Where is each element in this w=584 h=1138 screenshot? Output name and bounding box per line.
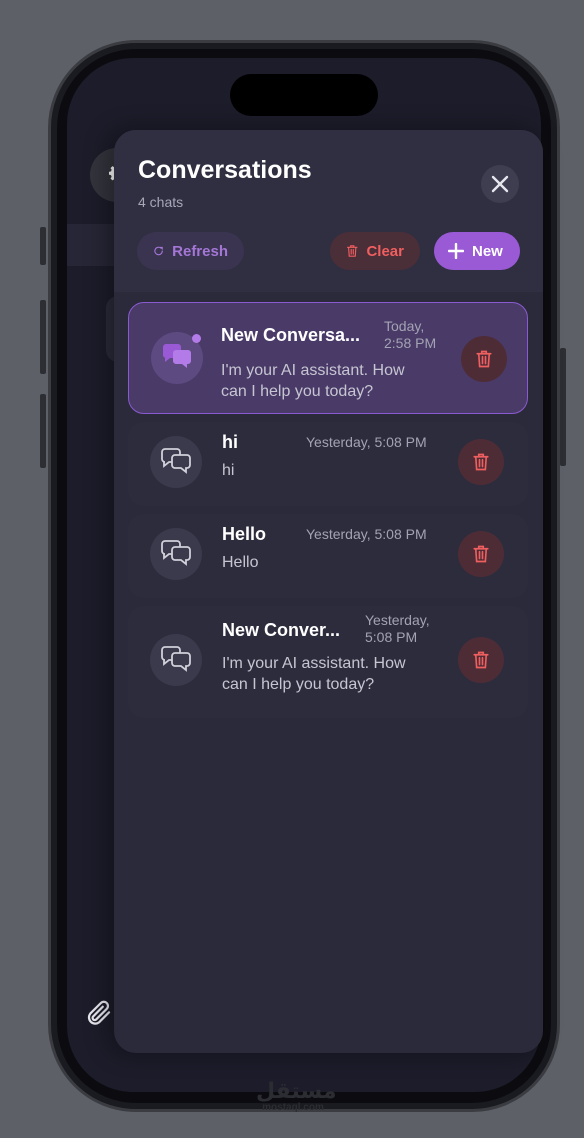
conversation-title: Hello: [222, 524, 267, 544]
trash-icon: [476, 350, 492, 368]
close-icon: [491, 175, 509, 193]
mute-switch: [40, 227, 46, 265]
conversation-avatar: [150, 528, 202, 580]
power-button: [560, 348, 566, 466]
clear-button[interactable]: Clear: [330, 232, 420, 270]
new-chat-button[interactable]: New: [434, 232, 520, 270]
conversation-title: New Conversa...: [221, 325, 361, 345]
delete-conversation-button[interactable]: [458, 439, 504, 485]
volume-up-button: [40, 300, 46, 374]
trash-icon: [346, 245, 358, 257]
watermark-logo: مستقل mostaql.com: [256, 1078, 337, 1114]
conversation-title: New Conver...: [222, 620, 341, 640]
trash-icon: [473, 651, 489, 669]
conversation-item-active[interactable]: New Conversa... Today, 2:58 PM I'm your …: [128, 302, 528, 414]
drawer-title: Conversations: [138, 156, 312, 184]
conversation-item[interactable]: New Conver... Yesterday, 5:08 PM I'm you…: [128, 606, 528, 718]
chat-bubbles-icon: [161, 540, 191, 566]
delete-conversation-button[interactable]: [458, 531, 504, 577]
chat-bubbles-icon: [161, 646, 191, 672]
clear-label: Clear: [366, 242, 404, 260]
conversation-item[interactable]: hi Yesterday, 5:08 PM hi: [128, 422, 528, 506]
unread-dot: [192, 334, 201, 343]
drawer-header: Conversations 4 chats Refresh Clear New: [114, 130, 543, 292]
conversation-time: Yesterday, 5:08 PM: [365, 612, 430, 645]
conversation-time: Yesterday, 5:08 PM: [306, 434, 427, 450]
refresh-button[interactable]: Refresh: [137, 232, 244, 270]
conversation-time: Today, 2:58 PM: [384, 318, 437, 351]
dynamic-island: [230, 74, 378, 116]
trash-icon: [473, 453, 489, 471]
watermark-arabic: مستقل: [256, 1078, 337, 1103]
conversation-time: Yesterday, 5:08 PM: [306, 526, 427, 542]
delete-conversation-button[interactable]: [461, 336, 507, 382]
conversation-preview: hi: [222, 462, 235, 479]
conversation-title: hi: [222, 432, 238, 452]
volume-down-button: [40, 394, 46, 468]
delete-conversation-button[interactable]: [458, 637, 504, 683]
close-button[interactable]: [481, 165, 519, 203]
conversations-drawer: Conversations 4 chats Refresh Clear New: [114, 130, 543, 1053]
paperclip-icon: [87, 1000, 111, 1025]
conversation-list: New Conversa... Today, 2:58 PM I'm your …: [128, 302, 528, 726]
conversation-avatar: [150, 436, 202, 488]
watermark-latin: mostaql.com: [262, 1102, 324, 1113]
refresh-label: Refresh: [172, 242, 228, 260]
chat-bubbles-icon: [161, 448, 191, 474]
plus-icon: [448, 243, 464, 259]
conversation-avatar: [151, 332, 203, 384]
conversation-avatar: [150, 634, 202, 686]
refresh-icon: [154, 246, 163, 256]
trash-icon: [473, 545, 489, 563]
new-label: New: [472, 242, 503, 260]
conversation-preview: I'm your AI assistant. How can I help yo…: [222, 655, 406, 693]
conversation-preview: I'm your AI assistant. How can I help yo…: [221, 362, 405, 400]
conversation-item[interactable]: Hello Yesterday, 5:08 PM Hello: [128, 514, 528, 598]
chat-count: 4 chats: [138, 194, 184, 210]
conversation-preview: Hello: [222, 554, 259, 571]
attachment-button[interactable]: [84, 998, 114, 1028]
chat-bubbles-icon: [163, 344, 191, 368]
